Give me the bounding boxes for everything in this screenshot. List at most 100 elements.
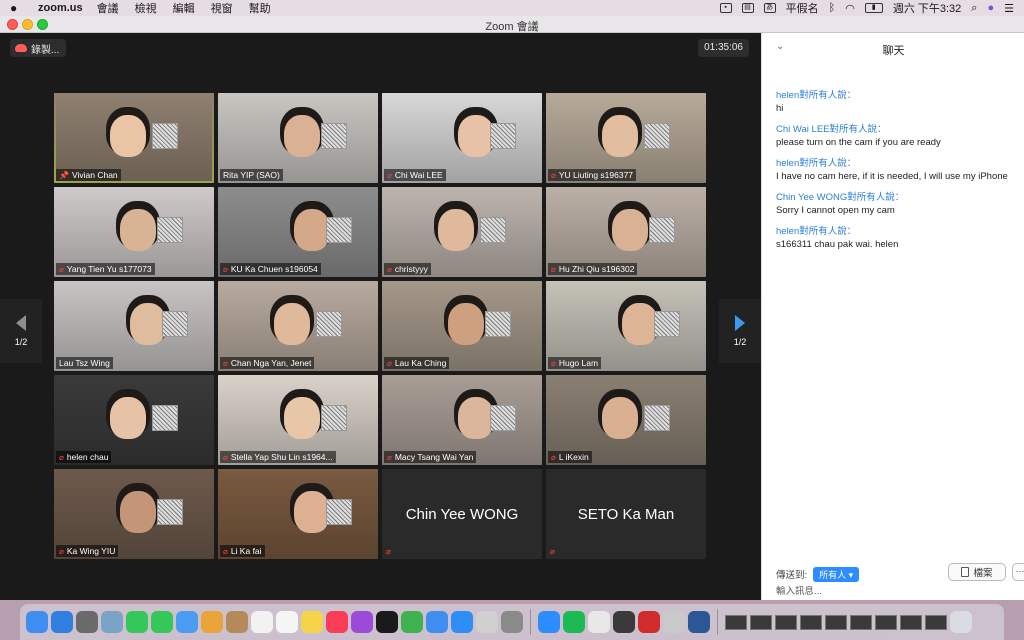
chrome-icon[interactable] — [588, 611, 610, 633]
participant-tile[interactable]: ⌀ Macy Tsang Wai Yan — [382, 375, 542, 465]
participant-tile[interactable]: Lau Tsz Wing — [54, 281, 214, 371]
participant-tile[interactable]: ⌀ Ka Wing YIU — [54, 469, 214, 559]
menu-meeting[interactable]: 會議 — [97, 0, 119, 16]
participant-tile[interactable]: ⌀ christyyy — [382, 187, 542, 277]
messages-icon[interactable] — [151, 611, 173, 633]
participant-tile[interactable]: Rita YIP (SAO) — [218, 93, 378, 183]
participant-name: Hu Zhi Qiu s196302 — [558, 264, 635, 274]
tv-icon[interactable] — [376, 611, 398, 633]
participant-face — [284, 397, 320, 439]
keynote-icon[interactable] — [426, 611, 448, 633]
chat-sender[interactable]: helen — [776, 226, 799, 237]
menu-view[interactable]: 檢視 — [135, 0, 157, 16]
zoom-meeting-window: Zoom 會議 錄製... 01:35:06 1/2 1/2 📌 Vivian C… — [0, 16, 1024, 600]
chat-sender[interactable]: helen — [776, 158, 799, 169]
participant-face — [110, 115, 146, 157]
spotlight-icon[interactable]: ⌕ — [971, 2, 977, 15]
notes-icon[interactable] — [301, 611, 323, 633]
video-area: 錄製... 01:35:06 1/2 1/2 📌 Vivian Chan Rita … — [0, 33, 761, 600]
chat-sender[interactable]: Chi Wai LEE — [776, 124, 830, 135]
acrobat-icon[interactable] — [638, 611, 660, 633]
minimized-window-thumbnail[interactable] — [850, 614, 872, 630]
battery-icon[interactable]: ▮ — [864, 3, 883, 13]
participant-tile[interactable]: ⌀ Li Ka fai — [218, 469, 378, 559]
word-icon[interactable] — [688, 611, 710, 633]
participant-face — [448, 303, 484, 345]
participant-tile[interactable]: ⌀ Chan Nga Yan, Jenet — [218, 281, 378, 371]
participant-face — [110, 397, 146, 439]
participant-tile[interactable]: ⌀ helen chau — [54, 375, 214, 465]
contacts-icon[interactable] — [226, 611, 248, 633]
apple-menu-icon[interactable]: ● — [10, 1, 26, 15]
finder-icon[interactable] — [26, 611, 48, 633]
participant-tile[interactable]: ⌀ Lau Ka Ching — [382, 281, 542, 371]
spotify-icon[interactable] — [563, 611, 585, 633]
system-preferences-icon[interactable] — [501, 611, 523, 633]
participant-name-tag: ⌀ Hu Zhi Qiu s196302 — [548, 263, 638, 275]
photos-icon[interactable] — [201, 611, 223, 633]
participant-tile[interactable]: ⌀ Hugo Lam — [546, 281, 706, 371]
menu-help[interactable]: 幫助 — [249, 0, 271, 16]
input-method-label[interactable]: 平假名 — [786, 0, 819, 16]
recording-button[interactable]: 錄製... — [10, 39, 67, 57]
input-method-icon[interactable]: あ — [763, 3, 776, 13]
image-capture-icon[interactable] — [663, 611, 685, 633]
menu-edit[interactable]: 編輯 — [173, 0, 195, 16]
participant-tile[interactable]: ⌀ Chi Wai LEE — [382, 93, 542, 183]
safari-icon[interactable] — [51, 611, 73, 633]
participant-name: YU Liuting s196377 — [558, 170, 634, 180]
podcasts-icon[interactable] — [351, 611, 373, 633]
next-page-button[interactable]: 1/2 — [719, 299, 761, 363]
participant-tile[interactable]: ⌀ Stella Yap Shu Lin s1964... — [218, 375, 378, 465]
chat-recipient-label: 對所有人說： — [799, 226, 857, 237]
screen-share-icon[interactable]: ▤ — [741, 3, 754, 13]
siri-icon[interactable]: ● — [987, 2, 994, 14]
mail-icon[interactable] — [176, 611, 198, 633]
calendar-icon[interactable] — [251, 611, 273, 633]
more-options-button[interactable]: ··· — [1012, 563, 1024, 581]
clock[interactable]: 週六 下午3:32 — [893, 0, 961, 16]
menu-window[interactable]: 視窗 — [211, 0, 233, 16]
participant-tile[interactable]: Chin Yee WONG ⌀ — [382, 469, 542, 559]
zoom-status-icon[interactable]: ▪ — [719, 3, 732, 13]
minimized-window-thumbnail[interactable] — [800, 614, 822, 630]
chat-sender[interactable]: Chin Yee WONG — [776, 192, 847, 203]
app-store-icon[interactable] — [451, 611, 473, 633]
participant-tile[interactable]: ⌀ L iKexin — [546, 375, 706, 465]
participant-tile[interactable]: 📌 Vivian Chan — [54, 93, 214, 183]
participant-tile[interactable]: ⌀ KU Ka Chuen s196054 — [218, 187, 378, 277]
participant-tile[interactable]: ⌀ Hu Zhi Qiu s196302 — [546, 187, 706, 277]
minimized-window-thumbnail[interactable] — [725, 614, 747, 630]
numbers-icon[interactable] — [401, 611, 423, 633]
participant-face — [274, 303, 310, 345]
minimized-window-thumbnail[interactable] — [900, 614, 922, 630]
paper-card — [157, 217, 183, 243]
quicktime-icon[interactable] — [613, 611, 635, 633]
facetime-icon[interactable] — [126, 611, 148, 633]
minimized-window-thumbnail[interactable] — [875, 614, 897, 630]
minimized-window-thumbnail[interactable] — [825, 614, 847, 630]
minimized-window-thumbnail[interactable] — [925, 614, 947, 630]
chat-sender[interactable]: helen — [776, 90, 799, 101]
help-icon[interactable] — [476, 611, 498, 633]
participant-tile[interactable]: SETO Ka Man ⌀ — [546, 469, 706, 559]
reminders-icon[interactable] — [276, 611, 298, 633]
minimized-window-thumbnail[interactable] — [750, 614, 772, 630]
bluetooth-icon[interactable]: ᛒ — [829, 2, 836, 14]
previous-page-button[interactable]: 1/2 — [0, 299, 42, 363]
participant-tile[interactable]: ⌀ Yang Tien Yu s177073 — [54, 187, 214, 277]
participant-tile[interactable]: ⌀ YU Liuting s196377 — [546, 93, 706, 183]
notification-center-icon[interactable]: ☰ — [1004, 2, 1014, 15]
launchpad-icon[interactable] — [76, 611, 98, 633]
minimized-window-thumbnail[interactable] — [775, 614, 797, 630]
chat-message-input[interactable] — [776, 586, 1011, 597]
zoom-icon[interactable] — [538, 611, 560, 633]
music-icon[interactable] — [326, 611, 348, 633]
participant-name-tag: ⌀ Chan Nga Yan, Jenet — [220, 357, 315, 369]
recipient-dropdown[interactable]: 所有人 ▾ — [813, 566, 860, 582]
wifi-icon[interactable]: ◠ — [845, 2, 855, 15]
trash-icon[interactable] — [950, 611, 972, 633]
file-button[interactable]: 檔案 — [948, 563, 1006, 581]
app-menu-zoom[interactable]: zoom.us — [38, 2, 83, 14]
preview-icon[interactable] — [101, 611, 123, 633]
